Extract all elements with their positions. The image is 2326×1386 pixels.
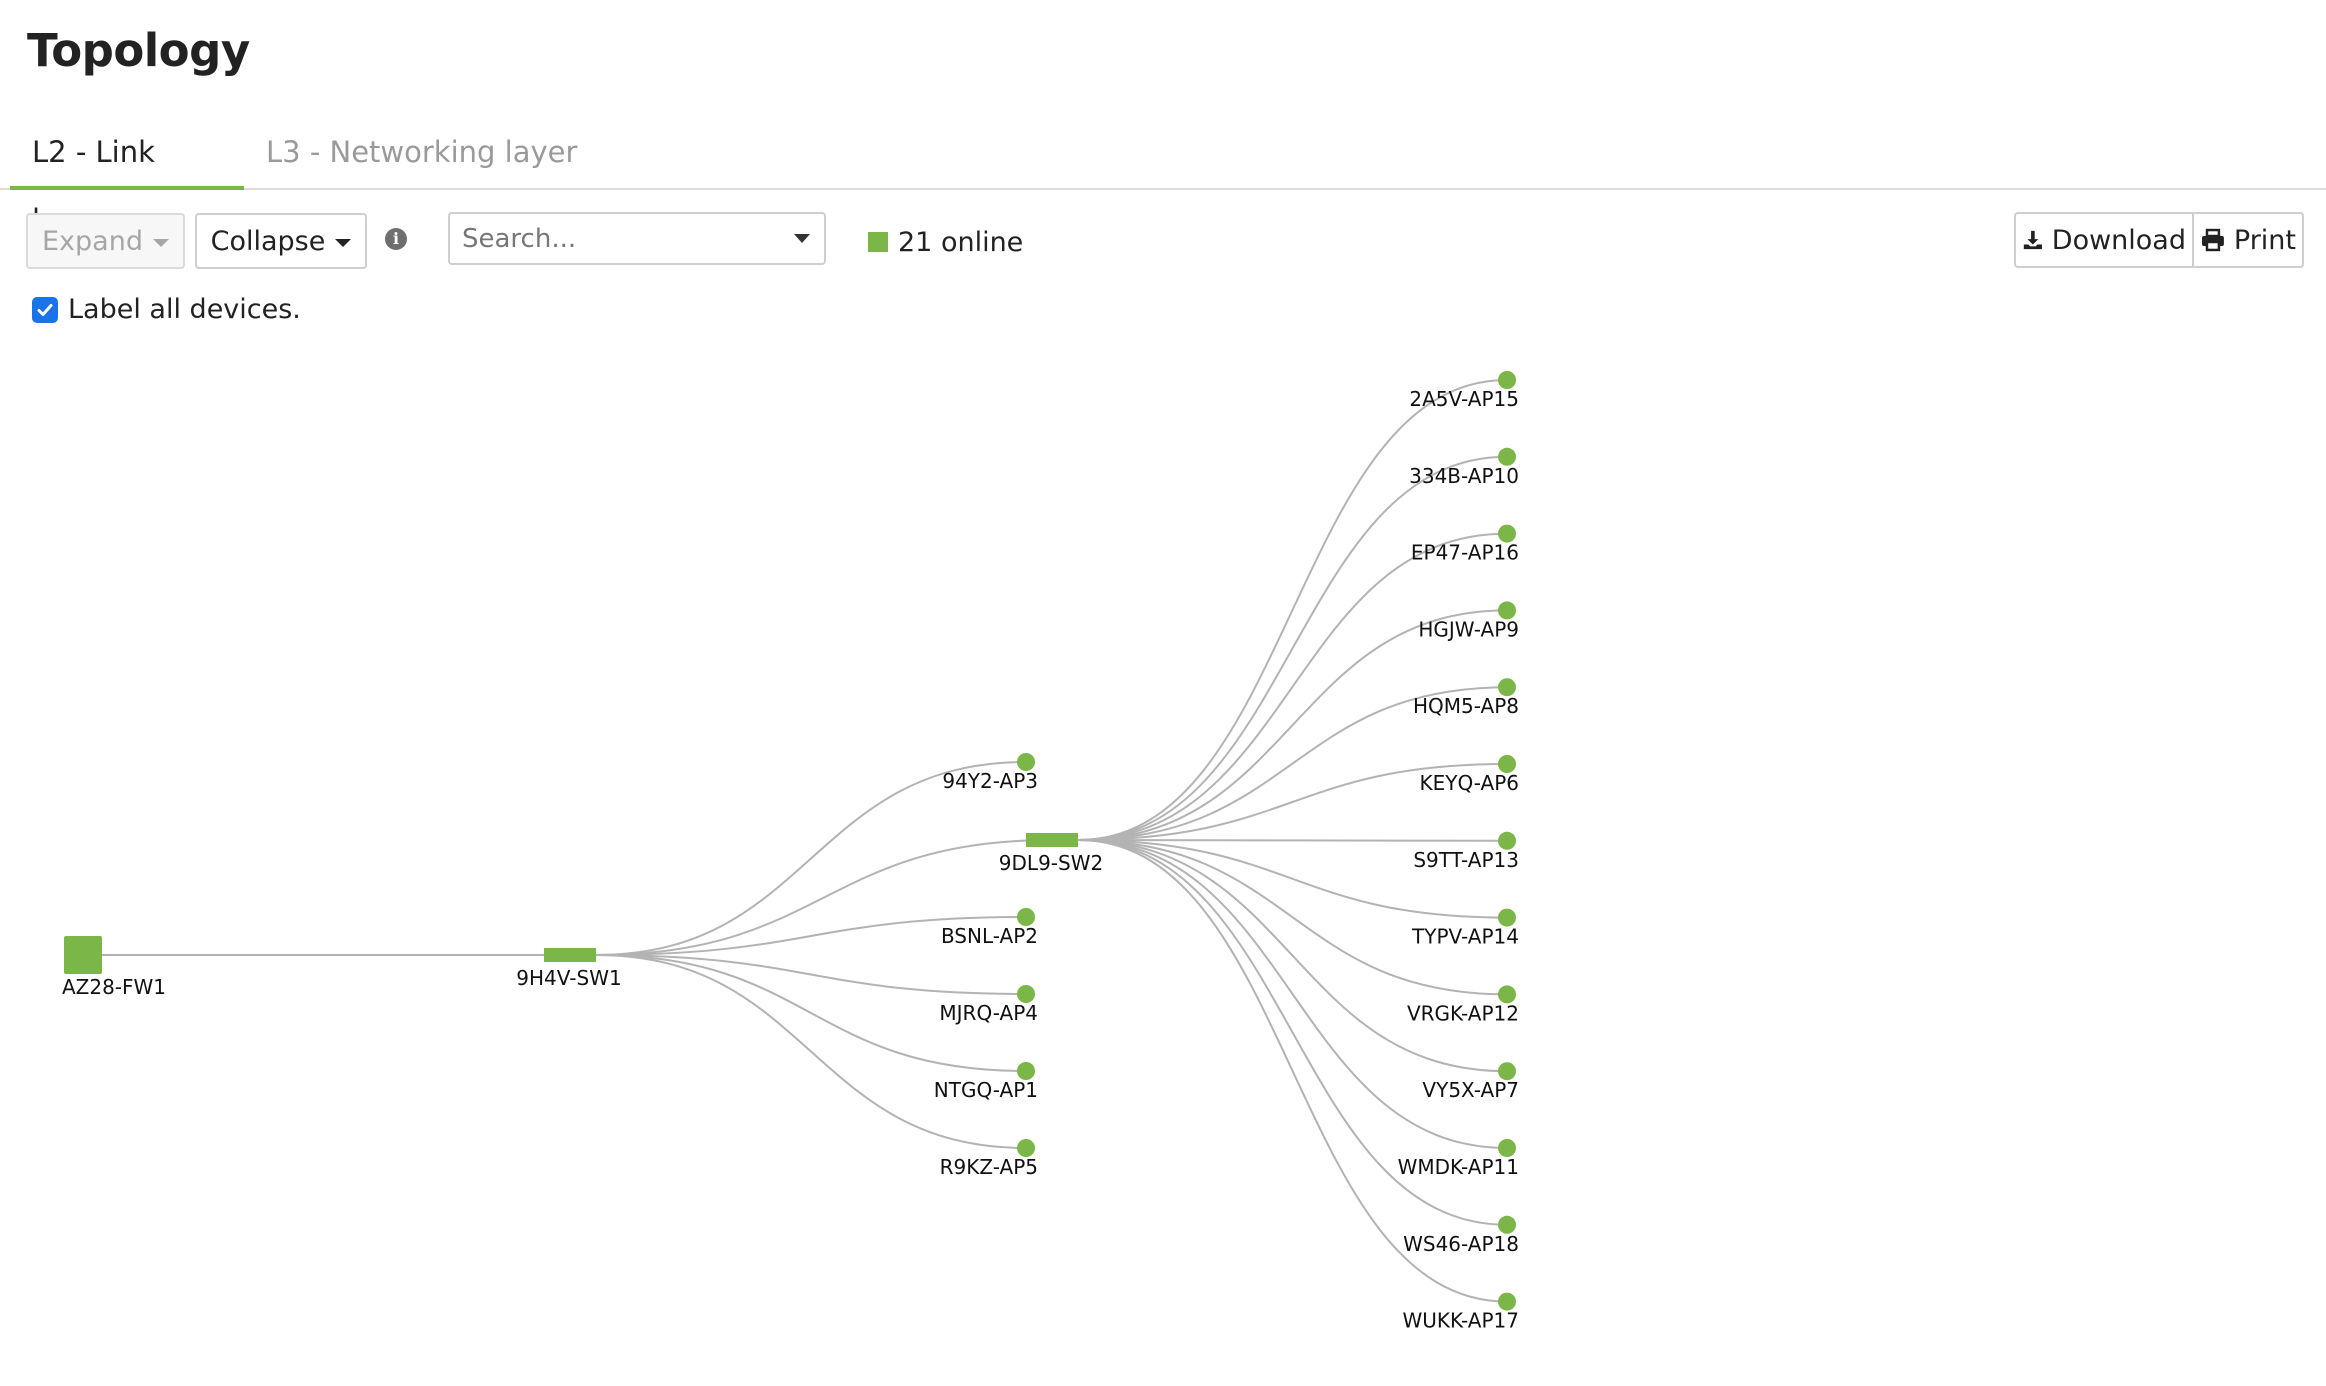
- device-node-ep47-ap16[interactable]: EP47-AP16: [1411, 524, 1519, 565]
- online-status: 21 online: [868, 222, 1023, 262]
- device-label: MJRQ-AP4: [939, 1001, 1038, 1025]
- device-node-hgjw-ap9[interactable]: HGJW-AP9: [1418, 601, 1519, 641]
- device-label: 2A5V-AP15: [1409, 387, 1519, 411]
- device-label: EP47-AP16: [1411, 541, 1519, 565]
- topology-link: [595, 954, 1027, 1149]
- device-node-wukk-ap17[interactable]: WUKK-AP17: [1402, 1292, 1519, 1333]
- device-node-2a5v-ap15[interactable]: 2A5V-AP15: [1409, 371, 1519, 411]
- device-node-az28-fw1[interactable]: AZ28-FW1: [62, 936, 166, 999]
- device-label: TYPV-AP14: [1411, 925, 1519, 949]
- search-dropdown[interactable]: [448, 212, 826, 265]
- chevron-down-icon: [335, 238, 352, 247]
- chevron-down-icon: [152, 238, 169, 247]
- switch-icon[interactable]: [544, 948, 596, 962]
- tab-l3-networking-layer[interactable]: L3 - Networking layer: [244, 118, 599, 190]
- collapse-button-label: Collapse: [210, 225, 326, 257]
- device-node-bsnl-ap2[interactable]: BSNL-AP2: [941, 908, 1038, 948]
- device-label: VY5X-AP7: [1422, 1078, 1519, 1102]
- device-label: KEYQ-AP6: [1419, 771, 1519, 795]
- topology-links: [83, 379, 1508, 1303]
- device-label: 334B-AP10: [1409, 464, 1519, 488]
- device-label: VRGK-AP12: [1407, 1001, 1519, 1025]
- device-label: AZ28-FW1: [62, 975, 166, 999]
- label-all-devices-text: Label all devices.: [68, 294, 301, 325]
- print-button-label: Print: [2233, 224, 2296, 256]
- device-node-wmdk-ap11[interactable]: WMDK-AP11: [1398, 1139, 1519, 1179]
- online-count-text: 21 online: [898, 226, 1024, 258]
- download-button[interactable]: Download: [2014, 212, 2194, 268]
- device-label: HQM5-AP8: [1413, 694, 1519, 718]
- chevron-down-icon[interactable]: [794, 234, 810, 243]
- device-label: WUKK-AP17: [1402, 1309, 1519, 1333]
- device-node-typv-ap14[interactable]: TYPV-AP14: [1411, 908, 1519, 949]
- checkbox-box[interactable]: [32, 296, 58, 323]
- device-label: 9DL9-SW2: [999, 851, 1103, 875]
- device-node-hqm5-ap8[interactable]: HQM5-AP8: [1413, 678, 1519, 718]
- device-label: BSNL-AP2: [941, 924, 1038, 948]
- info-icon[interactable]: i: [385, 228, 407, 250]
- device-label: HGJW-AP9: [1418, 617, 1519, 641]
- switch-icon[interactable]: [1026, 833, 1078, 847]
- device-label: R9KZ-AP5: [940, 1155, 1038, 1179]
- page-title: Topology: [27, 24, 250, 77]
- topology-graph: AZ28-FW1 9H4V-SW1 94Y2-AP3 9DL9-SW2 BSNL-AP2…: [62, 371, 1519, 1333]
- expand-button[interactable]: Expand: [26, 213, 185, 269]
- device-label: 94Y2-AP3: [942, 769, 1038, 793]
- firewall-icon[interactable]: [64, 936, 102, 974]
- device-node-334b-ap10[interactable]: 334B-AP10: [1409, 447, 1519, 488]
- tab-l2-link-layer[interactable]: L2 - Link layer: [10, 118, 244, 237]
- device-node-ntgq-ap1[interactable]: NTGQ-AP1: [934, 1062, 1038, 1102]
- topology-link: [1077, 839, 1508, 1073]
- device-label: WS46-AP18: [1403, 1232, 1519, 1256]
- device-node-mjrq-ap4[interactable]: MJRQ-AP4: [939, 985, 1038, 1025]
- topology-nodes: AZ28-FW1 9H4V-SW1 94Y2-AP3 9DL9-SW2 BSNL-AP2…: [62, 371, 1519, 1333]
- check-icon: [37, 303, 53, 316]
- device-label: NTGQ-AP1: [934, 1078, 1038, 1102]
- device-label: WMDK-AP11: [1398, 1155, 1519, 1179]
- device-node-s9tt-ap13[interactable]: S9TT-AP13: [1413, 831, 1519, 872]
- collapse-button[interactable]: Collapse: [195, 213, 367, 269]
- topology-link: [1077, 609, 1508, 841]
- device-node-keyq-ap6[interactable]: KEYQ-AP6: [1419, 755, 1519, 795]
- device-node-ws46-ap18[interactable]: WS46-AP18: [1403, 1215, 1519, 1256]
- search-input[interactable]: [450, 214, 794, 263]
- layer-tabs: L2 - Link layer L3 - Networking layer: [0, 118, 2326, 237]
- device-label: 9H4V-SW1: [516, 966, 621, 990]
- online-legend-swatch: [868, 232, 888, 252]
- expand-button-label: Expand: [42, 225, 143, 257]
- print-button[interactable]: Print: [2192, 212, 2304, 268]
- device-node-94y2-ap3[interactable]: 94Y2-AP3: [942, 753, 1038, 793]
- printer-icon: [2201, 228, 2224, 252]
- topology-link: [1077, 839, 1508, 842]
- label-all-devices-checkbox[interactable]: Label all devices.: [32, 294, 301, 325]
- download-button-label: Download: [2051, 224, 2186, 256]
- device-label: S9TT-AP13: [1413, 848, 1519, 872]
- download-icon: [2023, 230, 2042, 250]
